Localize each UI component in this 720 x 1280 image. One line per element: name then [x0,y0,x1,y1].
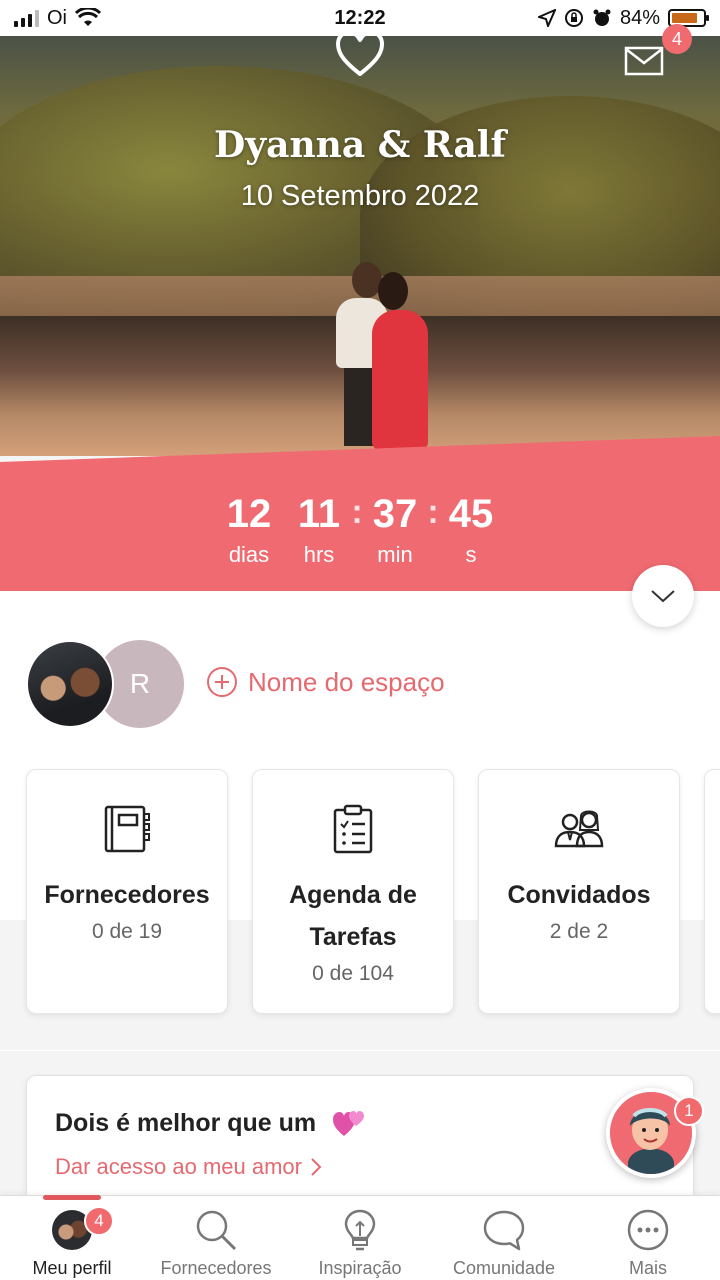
countdown-days: 12 dias [226,492,272,567]
add-space-name-button[interactable]: Nome do espaço [206,666,445,698]
nav-more[interactable]: Mais [576,1196,720,1280]
give-access-label: Dar acesso ao meu amor [55,1154,302,1179]
give-access-link[interactable]: Dar acesso ao meu amor [55,1154,322,1180]
user-avatar[interactable] [26,640,114,728]
alarm-icon [593,9,611,26]
card-title: Agenda de Tarefas [289,881,417,951]
notebook-icon [104,805,150,853]
assistant-badge: 1 [674,1096,704,1126]
nav-my-profile[interactable]: 4 Meu perfil [0,1195,144,1280]
countdown-separator: : [427,493,439,531]
location-arrow-icon [537,9,556,27]
nav-community[interactable]: Comunidade [432,1196,576,1280]
search-icon [196,1210,237,1251]
bottom-nav: 4 Meu perfil Fornecedores Inspiração Com… [0,1195,720,1280]
active-tab-indicator [43,1195,101,1200]
countdown-seconds: 45 s [448,492,494,567]
card-next-peek[interactable] [704,769,720,1014]
plus-circle-icon [207,667,237,697]
card-tasks[interactable]: Agenda de Tarefas 0 de 104 [252,769,454,1014]
chat-bubble-icon [483,1210,525,1251]
signal-icon [14,9,39,27]
checklist-icon [333,804,373,854]
chevron-right-icon [311,1158,322,1176]
nav-label: Meu perfil [32,1258,112,1278]
cover-photo[interactable] [0,36,720,456]
heart-icon [336,30,384,76]
nav-inspiration[interactable]: Inspiração [288,1196,432,1280]
two-hearts-icon [333,1111,365,1136]
more-icon [627,1209,669,1251]
status-left: Oi [14,7,101,30]
rotation-lock-icon [564,9,583,27]
nav-label: Mais [628,1258,667,1278]
messages-badge: 4 [662,24,692,54]
nav-label: Comunidade [452,1258,556,1278]
nav-profile-badge: 4 [84,1206,114,1236]
countdown-separator: : [351,493,363,531]
countdown-minutes: 37 min [372,492,418,567]
chevron-down-icon [651,590,675,603]
carrier-label: Oi [47,6,67,29]
invite-partner-card[interactable]: Dois é melhor que um Dar acesso ao meu a… [26,1075,694,1215]
card-guests[interactable]: Convidados 2 de 2 [478,769,680,1014]
expand-button[interactable] [632,565,694,627]
add-space-label: Nome do espaço [248,666,445,697]
countdown-hours: 11 hrs [297,492,341,567]
promo-title: Dois é melhor que um [55,1108,317,1137]
card-title: Fornecedores [44,881,210,909]
couple-name: Dyanna & Ralf [214,124,506,166]
wifi-icon [75,8,101,26]
countdown: 12 dias 11 hrs : 37 min : 45 s [0,492,720,568]
card-title: Convidados [507,881,651,909]
card-count: 2 de 2 [549,920,609,943]
nav-label: Fornecedores [160,1258,272,1278]
wedding-date: 10 Setembro 2022 [240,180,480,212]
card-count: 0 de 19 [91,920,163,943]
guests-icon [554,810,604,848]
mail-icon[interactable] [624,46,664,76]
nav-suppliers[interactable]: Fornecedores [144,1196,288,1280]
nav-label: Inspiração [318,1258,402,1278]
battery-percent: 84% [619,6,660,29]
lightbulb-icon [344,1209,376,1251]
couple-figure [330,258,440,456]
card-suppliers[interactable]: Fornecedores 0 de 19 [26,769,228,1014]
card-count: 0 de 104 [312,962,394,985]
